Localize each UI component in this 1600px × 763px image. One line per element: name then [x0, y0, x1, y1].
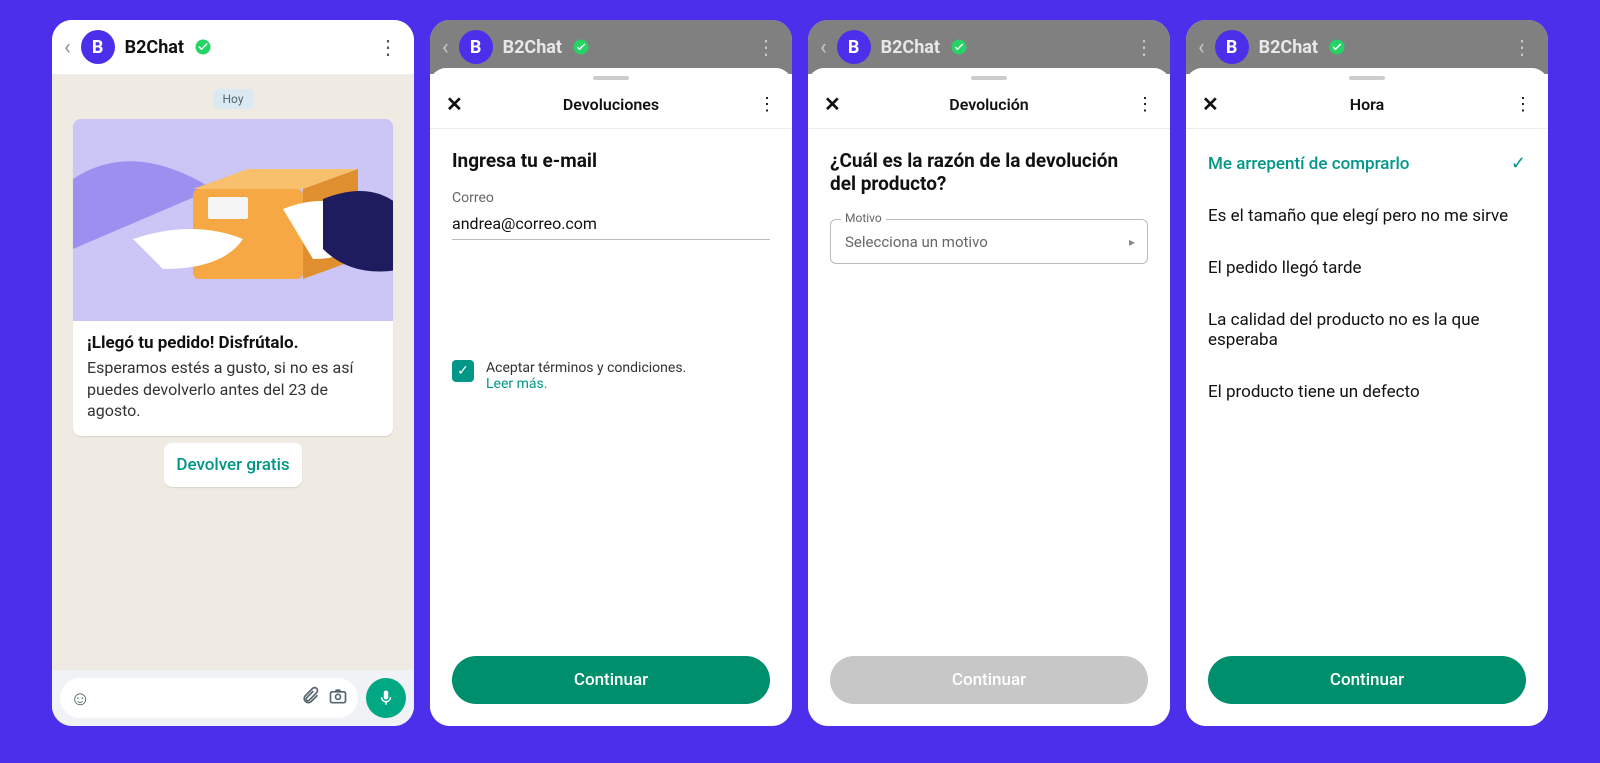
email-field[interactable] [452, 208, 770, 240]
option-size[interactable]: Es el tamaño que elegí pero no me sirve [1208, 190, 1526, 242]
avatar: B [1215, 30, 1249, 64]
sheet-reason: ✕ Devolución ⋮ ¿Cuál es la razón de la d… [808, 68, 1170, 726]
sheet-title: Hora [1226, 95, 1508, 114]
message-body: Esperamos estés a gusto, si no es así pu… [87, 357, 379, 422]
continue-button[interactable]: Continuar [452, 656, 770, 704]
sheet-menu-icon[interactable]: ⋮ [752, 94, 776, 115]
terms-text: Aceptar términos y condiciones. [486, 360, 686, 376]
mic-button[interactable] [366, 678, 406, 718]
option-label: El producto tiene un defecto [1208, 382, 1420, 402]
phone-reason: ‹ B B2Chat ⋮ ✕ Devolución ⋮ ¿Cuál es la … [808, 20, 1170, 726]
date-pill: Hoy [213, 89, 254, 109]
email-label: Correo [452, 190, 770, 206]
sheet-title: Devoluciones [470, 95, 752, 114]
message-title: ¡Llegó tu pedido! Disfrútalo. [87, 333, 379, 353]
verified-icon [1328, 38, 1346, 56]
avatar: B [837, 30, 871, 64]
sheet-menu-icon[interactable]: ⋮ [1130, 94, 1154, 115]
option-label: Me arrepentí de comprarlo [1208, 154, 1409, 174]
chat-header: ‹ B B2Chat ⋮ [52, 20, 414, 75]
avatar[interactable]: B [81, 30, 115, 64]
menu-icon[interactable]: ⋮ [374, 31, 402, 63]
verified-icon [950, 38, 968, 56]
continue-button[interactable]: Continuar [1208, 656, 1526, 704]
terms-checkbox[interactable]: ✓ [452, 360, 474, 382]
option-quality[interactable]: La calidad del producto no es la que esp… [1208, 294, 1526, 366]
back-icon[interactable]: ‹ [64, 35, 71, 60]
attach-icon[interactable] [300, 686, 320, 711]
sheet-heading: Ingresa tu e-mail [452, 149, 770, 172]
chat-title: B2Chat [881, 37, 940, 58]
dim-header: ‹ B B2Chat ⋮ [1186, 20, 1548, 74]
close-icon[interactable]: ✕ [1202, 92, 1226, 116]
terms-link[interactable]: Leer más. [486, 376, 686, 392]
sheet-options: ✕ Hora ⋮ Me arrepentí de comprarlo ✓ Es … [1186, 68, 1548, 726]
close-icon[interactable]: ✕ [824, 92, 848, 116]
menu-icon[interactable]: ⋮ [1508, 31, 1536, 63]
chat-title: B2Chat [125, 37, 184, 58]
close-icon[interactable]: ✕ [446, 92, 470, 116]
verified-icon [194, 38, 212, 56]
camera-icon[interactable] [328, 686, 348, 711]
menu-icon[interactable]: ⋮ [1130, 31, 1158, 63]
option-regret[interactable]: Me arrepentí de comprarlo ✓ [1208, 137, 1526, 190]
message-input-wrap[interactable]: ☺ [60, 678, 358, 718]
back-icon[interactable]: ‹ [1198, 35, 1205, 60]
avatar: B [459, 30, 493, 64]
chat-body: Hoy ¡Llegó tu pedido! Disfrútalo. Espera… [52, 75, 414, 670]
chat-title: B2Chat [1259, 37, 1318, 58]
phone-options: ‹ B B2Chat ⋮ ✕ Hora ⋮ Me arrepentí de co… [1186, 20, 1548, 726]
select-placeholder: Selecciona un motivo [845, 233, 988, 251]
phone-email: ‹ B B2Chat ⋮ ✕ Devoluciones ⋮ Ingresa tu… [430, 20, 792, 726]
return-free-button[interactable]: Devolver gratis [164, 442, 301, 487]
dim-header: ‹ B B2Chat ⋮ [430, 20, 792, 74]
reason-select[interactable]: Motivo Selecciona un motivo ▸ [830, 219, 1148, 264]
avatar-letter: B [92, 37, 104, 58]
message-card: ¡Llegó tu pedido! Disfrútalo. Esperamos … [73, 119, 393, 436]
option-late[interactable]: El pedido llegó tarde [1208, 242, 1526, 294]
chevron-right-icon: ▸ [1129, 235, 1135, 249]
sheet-title: Devolución [848, 95, 1130, 114]
verified-icon [572, 38, 590, 56]
menu-icon[interactable]: ⋮ [752, 31, 780, 63]
dim-header: ‹ B B2Chat ⋮ [808, 20, 1170, 74]
option-label: El pedido llegó tarde [1208, 258, 1362, 278]
phone-chat: ‹ B B2Chat ⋮ Hoy [52, 20, 414, 726]
continue-button: Continuar [830, 656, 1148, 704]
message-illustration [73, 119, 393, 321]
option-defect[interactable]: El producto tiene un defecto [1208, 366, 1526, 418]
composer: ☺ [52, 670, 414, 726]
back-icon[interactable]: ‹ [820, 35, 827, 60]
emoji-icon[interactable]: ☺ [70, 686, 90, 711]
sheet-menu-icon[interactable]: ⋮ [1508, 94, 1532, 115]
check-icon: ✓ [1511, 153, 1526, 174]
back-icon[interactable]: ‹ [442, 35, 449, 60]
option-label: Es el tamaño que elegí pero no me sirve [1208, 206, 1508, 226]
sheet-email: ✕ Devoluciones ⋮ Ingresa tu e-mail Corre… [430, 68, 792, 726]
select-legend: Motivo [841, 211, 886, 225]
chat-title: B2Chat [503, 37, 562, 58]
sheet-heading: ¿Cuál es la razón de la devolución del p… [830, 149, 1148, 195]
option-label: La calidad del producto no es la que esp… [1208, 310, 1526, 350]
